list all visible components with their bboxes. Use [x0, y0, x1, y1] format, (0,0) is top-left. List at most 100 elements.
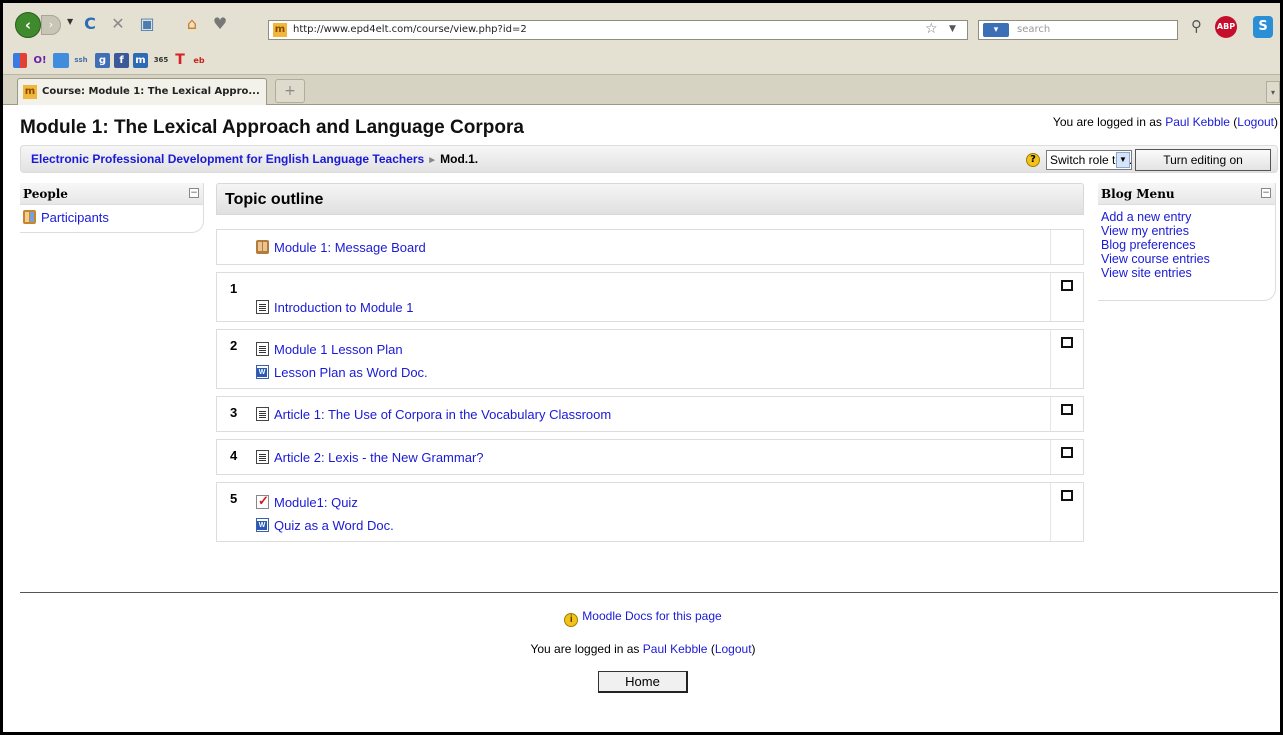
help-icon[interactable]: ?: [1026, 153, 1040, 167]
bookmark-icon[interactable]: ♥: [209, 13, 231, 35]
logout-link[interactable]: Logout: [715, 642, 752, 656]
section-right-column: [1050, 330, 1083, 388]
quiz-icon: [256, 493, 269, 509]
g-icon[interactable]: g: [95, 53, 110, 68]
activity-forum[interactable]: Module 1: Message Board: [256, 240, 426, 255]
blog-preferences-link[interactable]: Blog preferences: [1101, 238, 1196, 252]
search-engine-icon[interactable]: ▾: [983, 23, 1009, 37]
highlight-toggle-icon[interactable]: [1061, 404, 1073, 415]
activity-link[interactable]: Article 2: Lexis - the New Grammar?: [274, 450, 484, 465]
breadcrumb-course-link[interactable]: Electronic Professional Development for …: [31, 152, 424, 166]
login-prefix: You are logged in as: [1052, 115, 1166, 129]
info-icon: i: [564, 613, 579, 627]
blog-menu-block: Blog Menu − Add a new entry View my entr…: [1098, 183, 1276, 301]
highlight-toggle-icon[interactable]: [1061, 490, 1073, 501]
section-right-column: [1050, 440, 1083, 474]
blog-menu-header: Blog Menu −: [1098, 183, 1275, 205]
moodle-docs-link[interactable]: Moodle Docs for this page: [582, 609, 721, 623]
m-icon[interactable]: m: [133, 53, 148, 68]
url-text[interactable]: http://www.epd4elt.com/course/view.php?i…: [293, 24, 527, 35]
activity-quiz[interactable]: Module1: Quiz: [256, 493, 358, 510]
365-icon[interactable]: 365: [153, 53, 169, 68]
history-dropdown-icon[interactable]: ▼: [67, 17, 73, 26]
highlight-toggle-icon[interactable]: [1061, 337, 1073, 348]
breadcrumb-current: Mod.1.: [440, 152, 479, 166]
home-button[interactable]: Home: [598, 671, 688, 693]
login-prefix: You are logged in as: [530, 642, 643, 656]
chevron-down-icon[interactable]: ▼: [1116, 152, 1130, 168]
switch-role-select[interactable]: Switch role to... ▼: [1046, 150, 1132, 170]
navigation-toolbar: ‹ › ▼ C ✕ ▣ ⌂ ♥ m http://www.epd4elt.com…: [3, 3, 1280, 45]
user-link[interactable]: Paul Kebble: [643, 642, 708, 656]
map-icon[interactable]: [53, 53, 69, 68]
search-bar[interactable]: ▾ search: [978, 20, 1178, 40]
topic-outline-header: Topic outline: [216, 183, 1084, 215]
google-icon[interactable]: [13, 53, 27, 68]
blog-site-entries-link[interactable]: View site entries: [1101, 266, 1192, 280]
section-number: 5: [230, 491, 238, 506]
tab-course[interactable]: m Course: Module 1: The Lexical Appro...: [17, 78, 267, 105]
page-icon: [256, 450, 269, 464]
moodle-docs: i Moodle Docs for this page: [6, 609, 1280, 627]
activity-link[interactable]: Article 1: The Use of Corpora in the Voc…: [274, 407, 611, 422]
forum-link[interactable]: Module 1: Message Board: [274, 240, 426, 255]
activity-resource[interactable]: Introduction to Module 1: [256, 300, 413, 315]
section-number: 2: [230, 338, 238, 353]
screenshot-icon[interactable]: ▣: [136, 13, 158, 35]
people-block-header: People −: [20, 183, 203, 205]
url-bar[interactable]: m http://www.epd4elt.com/course/view.php…: [268, 20, 968, 40]
paren-close: ): [751, 642, 756, 656]
home-icon[interactable]: ⌂: [181, 13, 203, 35]
skype-icon[interactable]: S: [1253, 16, 1273, 38]
ssh-icon[interactable]: ssh: [73, 53, 89, 68]
breadcrumb: Electronic Professional Development for …: [31, 152, 478, 166]
ebay-icon[interactable]: eb: [191, 53, 207, 68]
activity-resource[interactable]: Article 1: The Use of Corpora in the Voc…: [256, 407, 611, 422]
login-info: You are logged in as Paul Kebble (Logout…: [1053, 115, 1278, 129]
activity-link[interactable]: Lesson Plan as Word Doc.: [274, 365, 428, 380]
activity-resource[interactable]: Module 1 Lesson Plan: [256, 342, 403, 357]
highlight-toggle-icon[interactable]: [1061, 447, 1073, 458]
highlight-toggle-icon[interactable]: [1061, 280, 1073, 291]
activity-link[interactable]: Introduction to Module 1: [274, 300, 413, 315]
forward-icon[interactable]: ›: [41, 15, 61, 35]
tab-title: Course: Module 1: The Lexical Appro...: [42, 86, 260, 97]
blog-view-my-entries-link[interactable]: View my entries: [1101, 224, 1189, 238]
activity-link[interactable]: Module 1 Lesson Plan: [274, 342, 403, 357]
forum-icon: [256, 240, 269, 254]
turn-editing-on-button[interactable]: Turn editing on: [1135, 149, 1271, 171]
user-link[interactable]: Paul Kebble: [1165, 115, 1230, 129]
logout-link[interactable]: Logout: [1237, 115, 1274, 129]
footer-login-info: You are logged in as Paul Kebble (Logout…: [6, 642, 1280, 656]
collapse-icon[interactable]: −: [189, 188, 199, 198]
tab-list-icon[interactable]: ▾: [1266, 81, 1280, 103]
blog-course-entries-link[interactable]: View course entries: [1101, 252, 1210, 266]
reload-icon[interactable]: C: [79, 13, 101, 35]
section-number: 1: [230, 281, 238, 296]
activity-link[interactable]: Module1: Quiz: [274, 495, 358, 510]
activity-resource[interactable]: Article 2: Lexis - the New Grammar?: [256, 450, 484, 465]
section-right-column: [1050, 230, 1083, 264]
topic-outline-title: Topic outline: [225, 191, 324, 208]
url-dropdown-icon[interactable]: ▼: [949, 24, 956, 34]
back-icon[interactable]: ‹: [15, 12, 41, 38]
activity-resource[interactable]: Lesson Plan as Word Doc.: [256, 365, 428, 380]
page-icon: [256, 300, 269, 314]
activity-link[interactable]: Quiz as a Word Doc.: [274, 518, 394, 533]
search-input[interactable]: search: [1017, 24, 1050, 35]
magnifier-icon[interactable]: ⚲: [1191, 17, 1202, 35]
t-icon[interactable]: T: [173, 53, 187, 68]
yahoo-icon[interactable]: O!: [31, 53, 49, 68]
participants-link[interactable]: Participants: [41, 210, 109, 225]
adblock-icon[interactable]: ABP: [1215, 16, 1237, 38]
activity-resource[interactable]: Quiz as a Word Doc.: [256, 518, 394, 533]
blog-add-entry-link[interactable]: Add a new entry: [1101, 210, 1191, 224]
collapse-icon[interactable]: −: [1261, 188, 1271, 198]
new-tab-button[interactable]: +: [275, 79, 305, 103]
breadcrumb-separator-icon: ►: [427, 155, 438, 166]
participants-item[interactable]: Participants: [23, 210, 109, 225]
facebook-icon[interactable]: f: [114, 53, 129, 68]
stop-icon[interactable]: ✕: [107, 13, 129, 35]
star-icon[interactable]: ☆: [925, 21, 938, 37]
section-2: 2 Module 1 Lesson Plan Lesson Plan as Wo…: [216, 329, 1084, 389]
